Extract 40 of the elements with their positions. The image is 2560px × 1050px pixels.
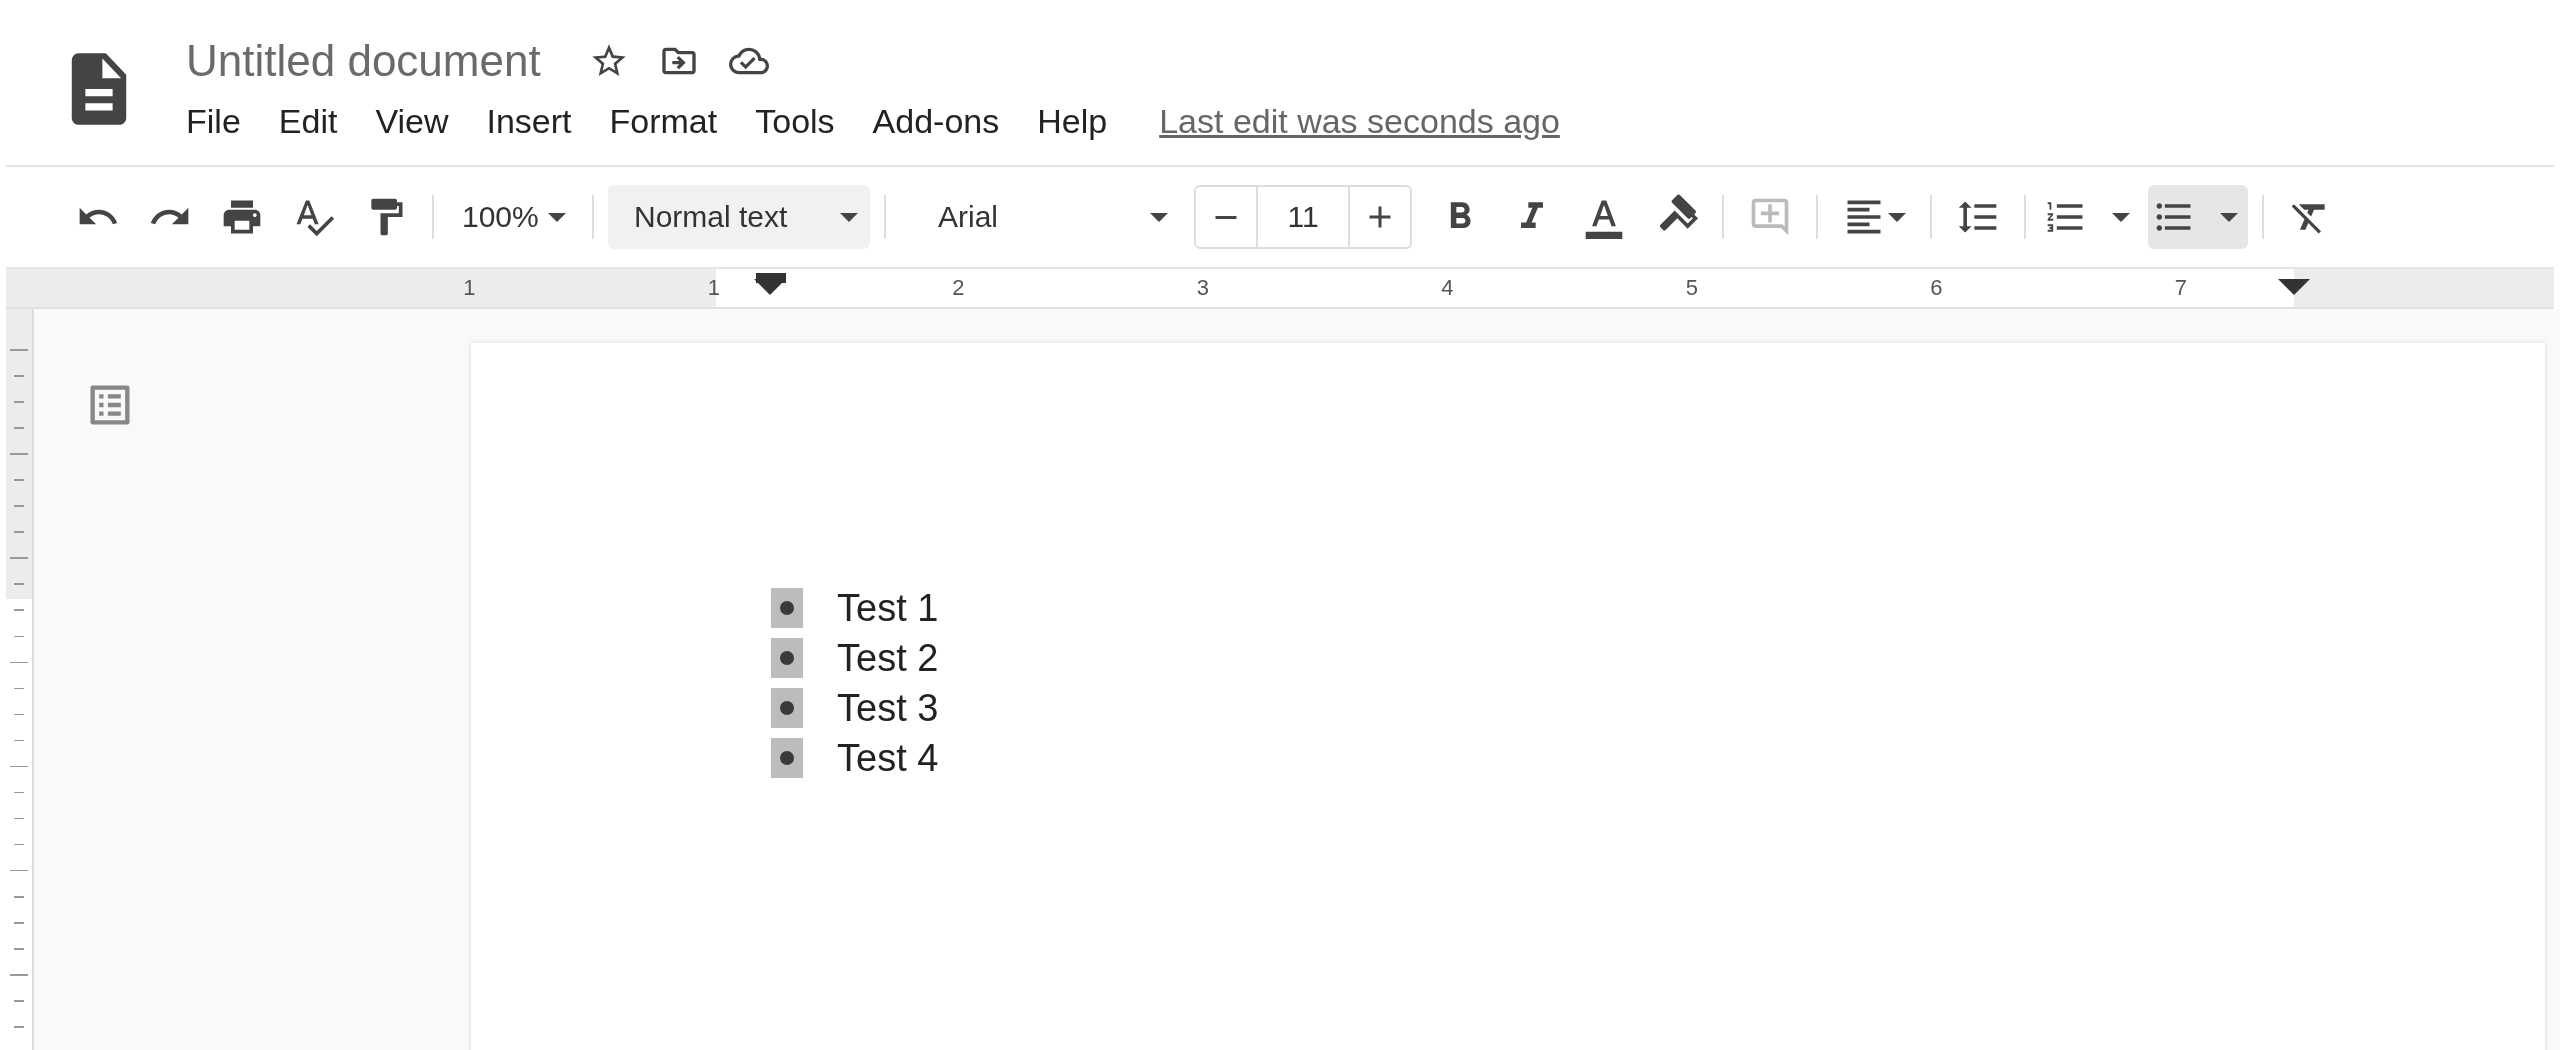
caret-icon <box>840 212 858 222</box>
list-item-text: Test 4 <box>837 736 939 780</box>
menu-item[interactable]: Format <box>609 98 718 145</box>
style-dropdown[interactable]: Normal text <box>608 185 870 249</box>
bullet-marker[interactable] <box>771 638 803 678</box>
menu-item[interactable]: Edit <box>278 98 338 145</box>
menu-item[interactable]: File <box>186 98 241 145</box>
ruler-number: 5 <box>1685 275 1698 301</box>
font-size-field[interactable]: 11 <box>1258 185 1348 249</box>
font-dropdown[interactable]: Arial <box>900 185 1180 249</box>
ruler-number: 6 <box>1930 275 1943 301</box>
menu-item[interactable]: Add-ons <box>872 98 1000 145</box>
ruler-number: 3 <box>1196 275 1209 301</box>
ruler-number: 1 <box>707 275 720 301</box>
caret-icon <box>1888 212 1906 222</box>
caret-icon <box>2112 212 2130 222</box>
ruler-number: 1 <box>463 275 476 301</box>
zoom-dropdown[interactable]: 100% <box>448 185 578 249</box>
list-item-text: Test 1 <box>837 586 939 630</box>
menu-item[interactable]: Help <box>1037 98 1108 145</box>
first-line-indent-marker[interactable] <box>756 273 786 283</box>
caret-icon <box>1150 212 1168 222</box>
ruler-number: 7 <box>2174 275 2187 301</box>
last-edit-link[interactable]: Last edit was seconds ago <box>1159 102 1560 141</box>
bullet-marker[interactable] <box>771 588 803 628</box>
caret-icon <box>548 212 566 222</box>
menu-item[interactable]: Insert <box>486 98 572 145</box>
list-item-text: Test 3 <box>837 686 939 730</box>
ruler-number: 2 <box>952 275 965 301</box>
menu-item[interactable]: Tools <box>755 98 835 145</box>
menu-item[interactable]: View <box>375 98 449 145</box>
ruler-number: 4 <box>1441 275 1454 301</box>
minus-icon <box>1215 215 1237 219</box>
increase-size-button[interactable] <box>1348 185 1412 249</box>
caret-icon <box>2220 212 2238 222</box>
bullet-marker[interactable] <box>771 738 803 778</box>
bulleted-list-button[interactable] <box>2148 185 2248 249</box>
list-item-text: Test 2 <box>837 636 939 680</box>
bullet-marker[interactable] <box>771 688 803 728</box>
document-title[interactable]: Untitled document <box>186 36 541 86</box>
